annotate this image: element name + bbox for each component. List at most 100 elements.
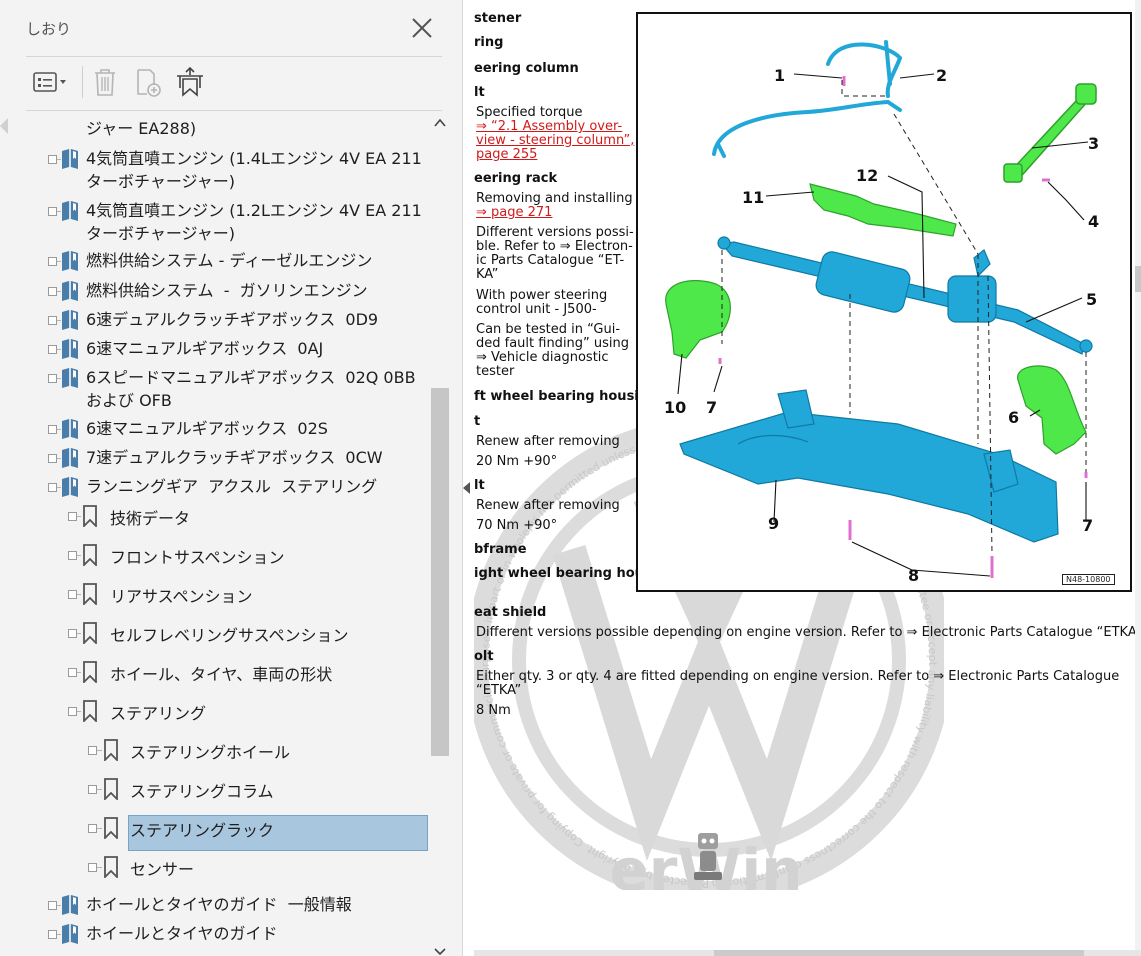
- bookmark-ribbon-icon: [104, 856, 118, 878]
- book-bookmark-icon: [62, 924, 78, 944]
- bookmark-item[interactable]: 6スピードマニュアルギアボックス 02Q 0BB および OFB: [26, 367, 430, 413]
- tree-expander-box[interactable]: [88, 824, 97, 833]
- toolbar-separator: [82, 66, 83, 98]
- bookmark-scrollbar[interactable]: [431, 112, 449, 956]
- tree-expander-box[interactable]: [48, 901, 57, 910]
- legend-heading: ft wheel bearing housing: [474, 389, 658, 404]
- bookmark-item[interactable]: 燃料供給システム - ディーゼルエンジン: [26, 250, 430, 273]
- legend-text: Different versions possible depending on…: [476, 625, 1141, 640]
- callout-10: 10: [664, 398, 687, 417]
- document-scroll-thumb[interactable]: [1135, 266, 1141, 292]
- subframe-part: [679, 389, 1059, 543]
- tree-expander-box[interactable]: [48, 454, 57, 463]
- bookmark-label: 4気筒直噴エンジン (1.4Lエンジン 4V EA 211 ターボチャージャー): [86, 149, 427, 191]
- delete-bookmark-button[interactable]: [88, 62, 122, 102]
- bookmark-item[interactable]: ステアリング: [26, 700, 430, 730]
- tree-expander-box[interactable]: [68, 707, 77, 716]
- bookmark-item[interactable]: ホイールとタイヤのガイド 一般情報: [26, 894, 430, 917]
- cross-reference-link[interactable]: page 255: [476, 148, 537, 162]
- scrollbar-thumb[interactable]: [431, 388, 449, 756]
- bookmark-item[interactable]: ステアリングコラム: [26, 778, 430, 808]
- collapse-panel-tab-icon[interactable]: [0, 118, 8, 134]
- splitter-collapse-arrow-icon[interactable]: [463, 482, 471, 494]
- steering-rack-part: [717, 236, 1093, 355]
- tree-expander-box[interactable]: [48, 257, 57, 266]
- callout-8: 8: [908, 566, 920, 585]
- tree-expander-box[interactable]: [48, 345, 57, 354]
- tree-expander-box[interactable]: [48, 316, 57, 325]
- bookmark-item-selected[interactable]: ステアリングラック: [26, 815, 430, 851]
- scroll-up-arrow-icon[interactable]: [434, 118, 446, 128]
- cross-reference-link[interactable]: ⇒ “2.1 Assembly over-: [476, 120, 622, 134]
- bookmark-item[interactable]: ホイールとタイヤのガイド: [26, 923, 430, 946]
- tree-expander-box[interactable]: [88, 746, 97, 755]
- bookmark-options-button[interactable]: [28, 62, 74, 102]
- panel-title: しおり: [26, 20, 72, 38]
- bookmark-item[interactable]: ランニングギア アクスル ステアリング: [26, 476, 430, 499]
- bookmark-item[interactable]: 4気筒直噴エンジン (1.4Lエンジン 4V EA 211 ターボチャージャー): [26, 148, 430, 194]
- tree-expander-box[interactable]: [48, 155, 57, 164]
- document-vertical-scrollbar[interactable]: [1135, 0, 1141, 956]
- bookmark-label: 6速マニュアルギアボックス 0AJ: [86, 339, 324, 358]
- tree-expander-box[interactable]: [88, 785, 97, 794]
- bookmark-label: ジャー EA288): [86, 119, 197, 138]
- tree-expander-box[interactable]: [48, 374, 57, 383]
- trash-icon: [95, 69, 115, 96]
- tree-expander-box[interactable]: [48, 425, 57, 434]
- bookmark-label: 燃料供給システム - ディーゼルエンジン: [86, 251, 373, 270]
- bookmark-item[interactable]: 4気筒直噴エンジン (1.2Lエンジン 4V EA 211 ターボチャージャー): [26, 200, 430, 246]
- bookmark-ribbon-icon: [104, 817, 118, 839]
- callout-9: 9: [768, 514, 780, 533]
- scroll-down-arrow-icon[interactable]: [434, 948, 446, 956]
- tree-expander-box[interactable]: [48, 483, 57, 492]
- bookmark-toolbar: [26, 62, 446, 102]
- legend-heading: ring: [474, 35, 504, 50]
- tree-expander-box[interactable]: [48, 207, 57, 216]
- toolbar-divider-bottom: [26, 110, 442, 111]
- cross-reference-link[interactable]: ⇒ page 271: [476, 206, 552, 220]
- legend-heading: bframe: [474, 542, 527, 557]
- bookmark-item[interactable]: 7速デュアルクラッチギアボックス 0CW: [26, 447, 430, 470]
- bookmark-label: ランニングギア アクスル ステアリング: [86, 477, 378, 496]
- tree-expander-box[interactable]: [48, 287, 57, 296]
- bookmark-item[interactable]: ジャー EA288): [26, 118, 430, 141]
- legend-text: Either qty. 3 or qty. 4 are fitted depen…: [476, 669, 1120, 684]
- tree-expander-box[interactable]: [68, 629, 77, 638]
- close-panel-button[interactable]: [410, 16, 434, 40]
- tree-expander-box[interactable]: [68, 590, 77, 599]
- bookmark-item[interactable]: 6速マニュアルギアボックス 02S: [26, 418, 430, 441]
- document-horizontal-scrollbar[interactable]: [474, 950, 1141, 956]
- legend-heading: eering column: [474, 61, 579, 76]
- legend-heading: lt: [474, 85, 485, 100]
- expand-current-bookmark-button[interactable]: [172, 62, 208, 102]
- bookmark-label: 4気筒直噴エンジン (1.2Lエンジン 4V EA 211 ターボチャージャー): [86, 201, 427, 243]
- bookmark-ribbon-icon: [83, 622, 97, 644]
- legend-heading: stener: [474, 11, 522, 26]
- bookmark-item[interactable]: 燃料供給システム - ガソリンエンジン: [26, 280, 430, 303]
- bookmarks-panel: しおり ジャー EA288) 4気筒直噴エンジン (1.4Lエンジン 4V EA…: [0, 0, 463, 956]
- bookmark-item[interactable]: センサー: [26, 856, 430, 886]
- bookmark-item[interactable]: セルフレベリングサスペンション: [26, 622, 430, 652]
- legend-text: 70 Nm +90°: [476, 518, 558, 533]
- tree-expander-box[interactable]: [68, 551, 77, 560]
- legend-text: Different versions possi-: [476, 225, 634, 240]
- tree-expander-box[interactable]: [68, 668, 77, 677]
- bookmark-item[interactable]: 6速デュアルクラッチギアボックス 0D9: [26, 309, 430, 332]
- tree-expander-box[interactable]: [88, 863, 97, 872]
- document-hscroll-thumb[interactable]: [714, 950, 1084, 956]
- cross-reference-link[interactable]: view - steering column”,: [476, 134, 634, 148]
- callout-4: 4: [1088, 212, 1100, 231]
- bookmark-item[interactable]: リアサスペンション: [26, 583, 430, 613]
- book-bookmark-icon: [62, 201, 78, 221]
- bookmark-item[interactable]: フロントサスペンション: [26, 544, 430, 574]
- book-bookmark-icon: [62, 477, 78, 497]
- bookmark-item[interactable]: ステアリングホイール: [26, 739, 430, 769]
- tree-expander-box[interactable]: [68, 512, 77, 521]
- bookmark-item[interactable]: 技術データ: [26, 505, 430, 535]
- new-bookmark-icon: [137, 69, 161, 97]
- new-bookmark-button[interactable]: [130, 62, 166, 102]
- bookmark-item[interactable]: ホイール、タイヤ、車両の形状: [26, 661, 430, 691]
- bookmark-item[interactable]: 6速マニュアルギアボックス 0AJ: [26, 338, 430, 361]
- bookmark-ribbon-icon: [83, 700, 97, 722]
- tree-expander-box[interactable]: [48, 930, 57, 939]
